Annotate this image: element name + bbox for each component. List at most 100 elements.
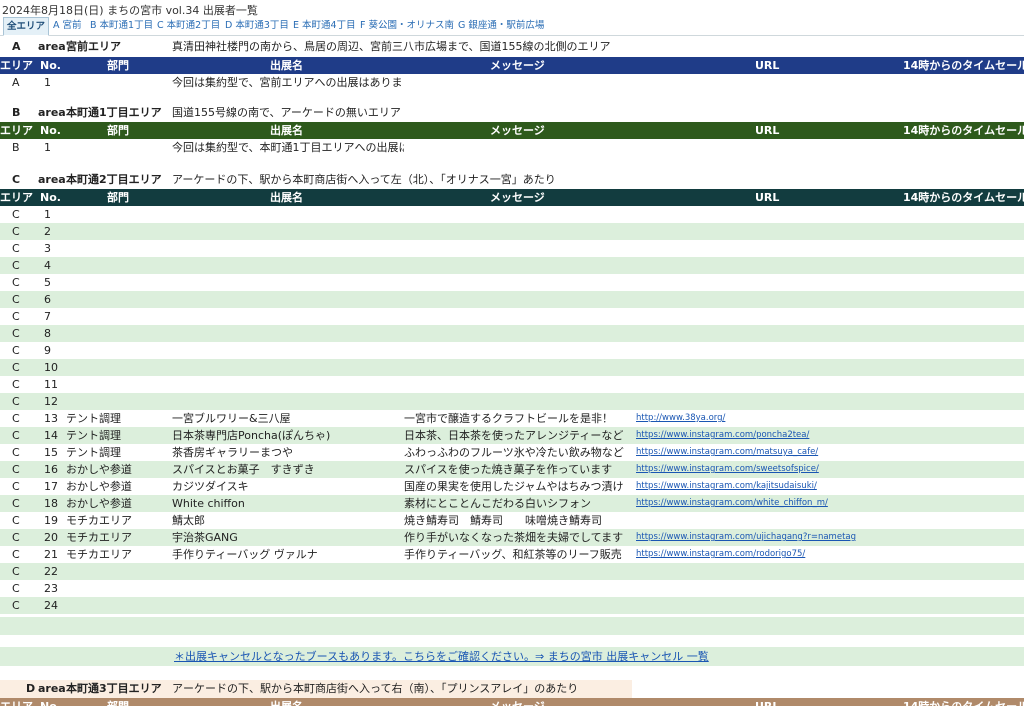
cell-message: 素材にとことんこだわる白いシフォン (404, 497, 591, 510)
cell-area: C (12, 344, 20, 357)
area-letter: C (12, 173, 21, 186)
tab-area-f[interactable]: F 葵公園・オリナス南 (360, 17, 454, 35)
area-name: 本町通3丁目エリア (66, 682, 162, 695)
cell-url-link[interactable]: https://www.instagram.com/poncha2tea/ (636, 427, 809, 444)
column-header-c: エリア No. 部門 出展名 メッセージ URL 14時からのタイムセール (0, 189, 1024, 206)
cell-name: 今回は集約型で、宮前エリアへの出展はありま (172, 76, 403, 89)
col-no: No. (40, 59, 61, 72)
cell-no: 11 (44, 378, 58, 391)
cancel-list-link[interactable]: ＊出展キャンセルとなったブースもあります。こちらをご確認ください。⇒ まちの宮市… (174, 647, 709, 666)
table-row: C 14 テント調理 日本茶専門店Poncha(ぽんちゃ) 日本茶、日本茶を使ったアレン… (0, 427, 1024, 444)
cell-url-link[interactable]: https://www.instagram.com/rodorigo75/ (636, 546, 805, 563)
cell-name: スパイスとお菓子 すきずき (172, 463, 315, 476)
cell-no: 9 (44, 344, 51, 357)
cell-message: 国産の果実を使用したジャムやはちみつ漬け (404, 480, 624, 493)
col-name: 出展名 (270, 59, 303, 72)
table-row: C 23 (0, 580, 1024, 597)
cell-dept: おかしや参道 (66, 463, 132, 476)
tab-area-g[interactable]: G 銀座通・駅前広場 (458, 17, 544, 35)
cell-area: C (12, 378, 20, 391)
table-row: C 19 モチカエリア 鯖太郎 焼き鯖寿司 鯖寿司 味噌焼き鯖寿司 (0, 512, 1024, 529)
table-row: C 17 おかしや参道 カジツダイスキ 国産の果実を使用したジャムやはちみつ漬け http… (0, 478, 1024, 495)
cell-message: 焼き鯖寿司 鯖寿司 味噌焼き鯖寿司 (404, 514, 602, 527)
cell-url-link[interactable]: http://www.38ya.org/ (636, 410, 725, 427)
area-name: 本町通1丁目エリア (66, 106, 162, 119)
area-name: 本町通2丁目エリア (66, 173, 162, 186)
cell-url-link[interactable]: https://www.instagram.com/sweetsofspice/ (636, 461, 819, 478)
cell-area: C (12, 208, 20, 221)
area-name: 宮前エリア (66, 40, 121, 53)
cell-dept: モチカエリア (66, 531, 132, 544)
col-message: メッセージ (490, 698, 545, 706)
cell-no: 13 (44, 412, 58, 425)
table-row: C6 (0, 291, 1024, 308)
cell-no: 6 (44, 293, 51, 306)
cell-name: White chiffon (172, 497, 245, 510)
cell-area: C (12, 463, 20, 476)
table-row: C1 (0, 206, 1024, 223)
cell-area: C (12, 293, 20, 306)
tab-area-b[interactable]: B 本町通1丁目 (90, 17, 153, 35)
col-message: メッセージ (490, 124, 545, 137)
col-url: URL (755, 191, 780, 204)
cell-area: C (12, 497, 20, 510)
table-row: C 10 (0, 359, 1024, 376)
cell-area: C (12, 599, 20, 612)
col-area: エリア (0, 59, 33, 72)
cell-area: C (12, 242, 20, 255)
cell-no: 10 (44, 361, 58, 374)
col-dept: 部門 (107, 191, 129, 204)
table-row: C2 (0, 223, 1024, 240)
page-title: 2024年8月18日(日) まちの宮市 vol.34 出展者一覧 (2, 4, 258, 17)
table-row: C7 (0, 308, 1024, 325)
table-row: C 20 モチカエリア 宇治茶GANG 作り手がいなくなった茶畑を夫婦でしてます http… (0, 529, 1024, 546)
cell-no: 5 (44, 276, 51, 289)
table-row: C9 (0, 342, 1024, 359)
tab-area-d[interactable]: D 本町通3丁目 (225, 17, 289, 35)
area-word: area (38, 173, 66, 186)
cell-name: 日本茶専門店Poncha(ぽんちゃ) (172, 429, 331, 442)
cell-url-link[interactable]: https://www.instagram.com/matsuya_cafe/ (636, 444, 818, 461)
cell-no: 20 (44, 531, 58, 544)
col-timesale: 14時からのタイムセール (903, 59, 1024, 72)
cell-no: 19 (44, 514, 58, 527)
cell-no: 24 (44, 599, 58, 612)
table-row: C 24 (0, 597, 1024, 614)
col-message: メッセージ (490, 191, 545, 204)
cell-name: 一宮ブルワリー&三八屋 (172, 412, 291, 425)
col-name: 出展名 (270, 124, 303, 137)
cell-no: 14 (44, 429, 58, 442)
column-header-d: エリア No. 部門 出展名 メッセージ URL 14時からのタイムセール (0, 698, 1024, 706)
tab-all-areas[interactable]: 全エリア (3, 17, 50, 36)
cell-url-link[interactable]: https://www.instagram.com/kajitsudaisuki… (636, 478, 817, 495)
tab-area-c[interactable]: C 本町通2丁目 (157, 17, 220, 35)
cell-url-link[interactable]: https://www.instagram.com/ujichagang?r=n… (636, 529, 856, 546)
tab-area-a[interactable]: A 宮前 (53, 17, 82, 35)
area-c-header: C area 本町通2丁目エリア アーケードの下、駅から本町商店街へ入って左（北… (0, 171, 1024, 189)
cell-no: 16 (44, 463, 58, 476)
cell-no: 8 (44, 327, 51, 340)
cell-area: C (12, 225, 20, 238)
cell-dept: テント調理 (66, 446, 121, 459)
table-row: C 12 (0, 393, 1024, 410)
cell-no: 7 (44, 310, 51, 323)
cell-no: 1 (44, 208, 51, 221)
cell-message: 作り手がいなくなった茶畑を夫婦でしてます (404, 531, 624, 544)
area-word: area (38, 682, 66, 695)
table-row: C3 (0, 240, 1024, 257)
table-row: A 1 今回は集約型で、宮前エリアへの出展はありま (0, 74, 1024, 91)
cell-dept: モチカエリア (66, 548, 132, 561)
cell-area: C (12, 565, 20, 578)
cell-no: 22 (44, 565, 58, 578)
tab-area-e[interactable]: E 本町通4丁目 (293, 17, 356, 35)
area-letter: D (26, 682, 36, 695)
col-timesale: 14時からのタイムセール (903, 124, 1024, 137)
table-row: C 21 モチカエリア 手作りティーバッグ ヴァルナ 手作りティーバッグ、和紅茶等のリー… (0, 546, 1024, 563)
cell-url-link[interactable]: https://www.instagram.com/white_chiffon_… (636, 495, 828, 512)
col-name: 出展名 (270, 698, 303, 706)
col-no: No. (40, 191, 61, 204)
cell-area: C (12, 480, 20, 493)
col-url: URL (755, 59, 780, 72)
cell-area: C (12, 327, 20, 340)
table-row: C 11 (0, 376, 1024, 393)
